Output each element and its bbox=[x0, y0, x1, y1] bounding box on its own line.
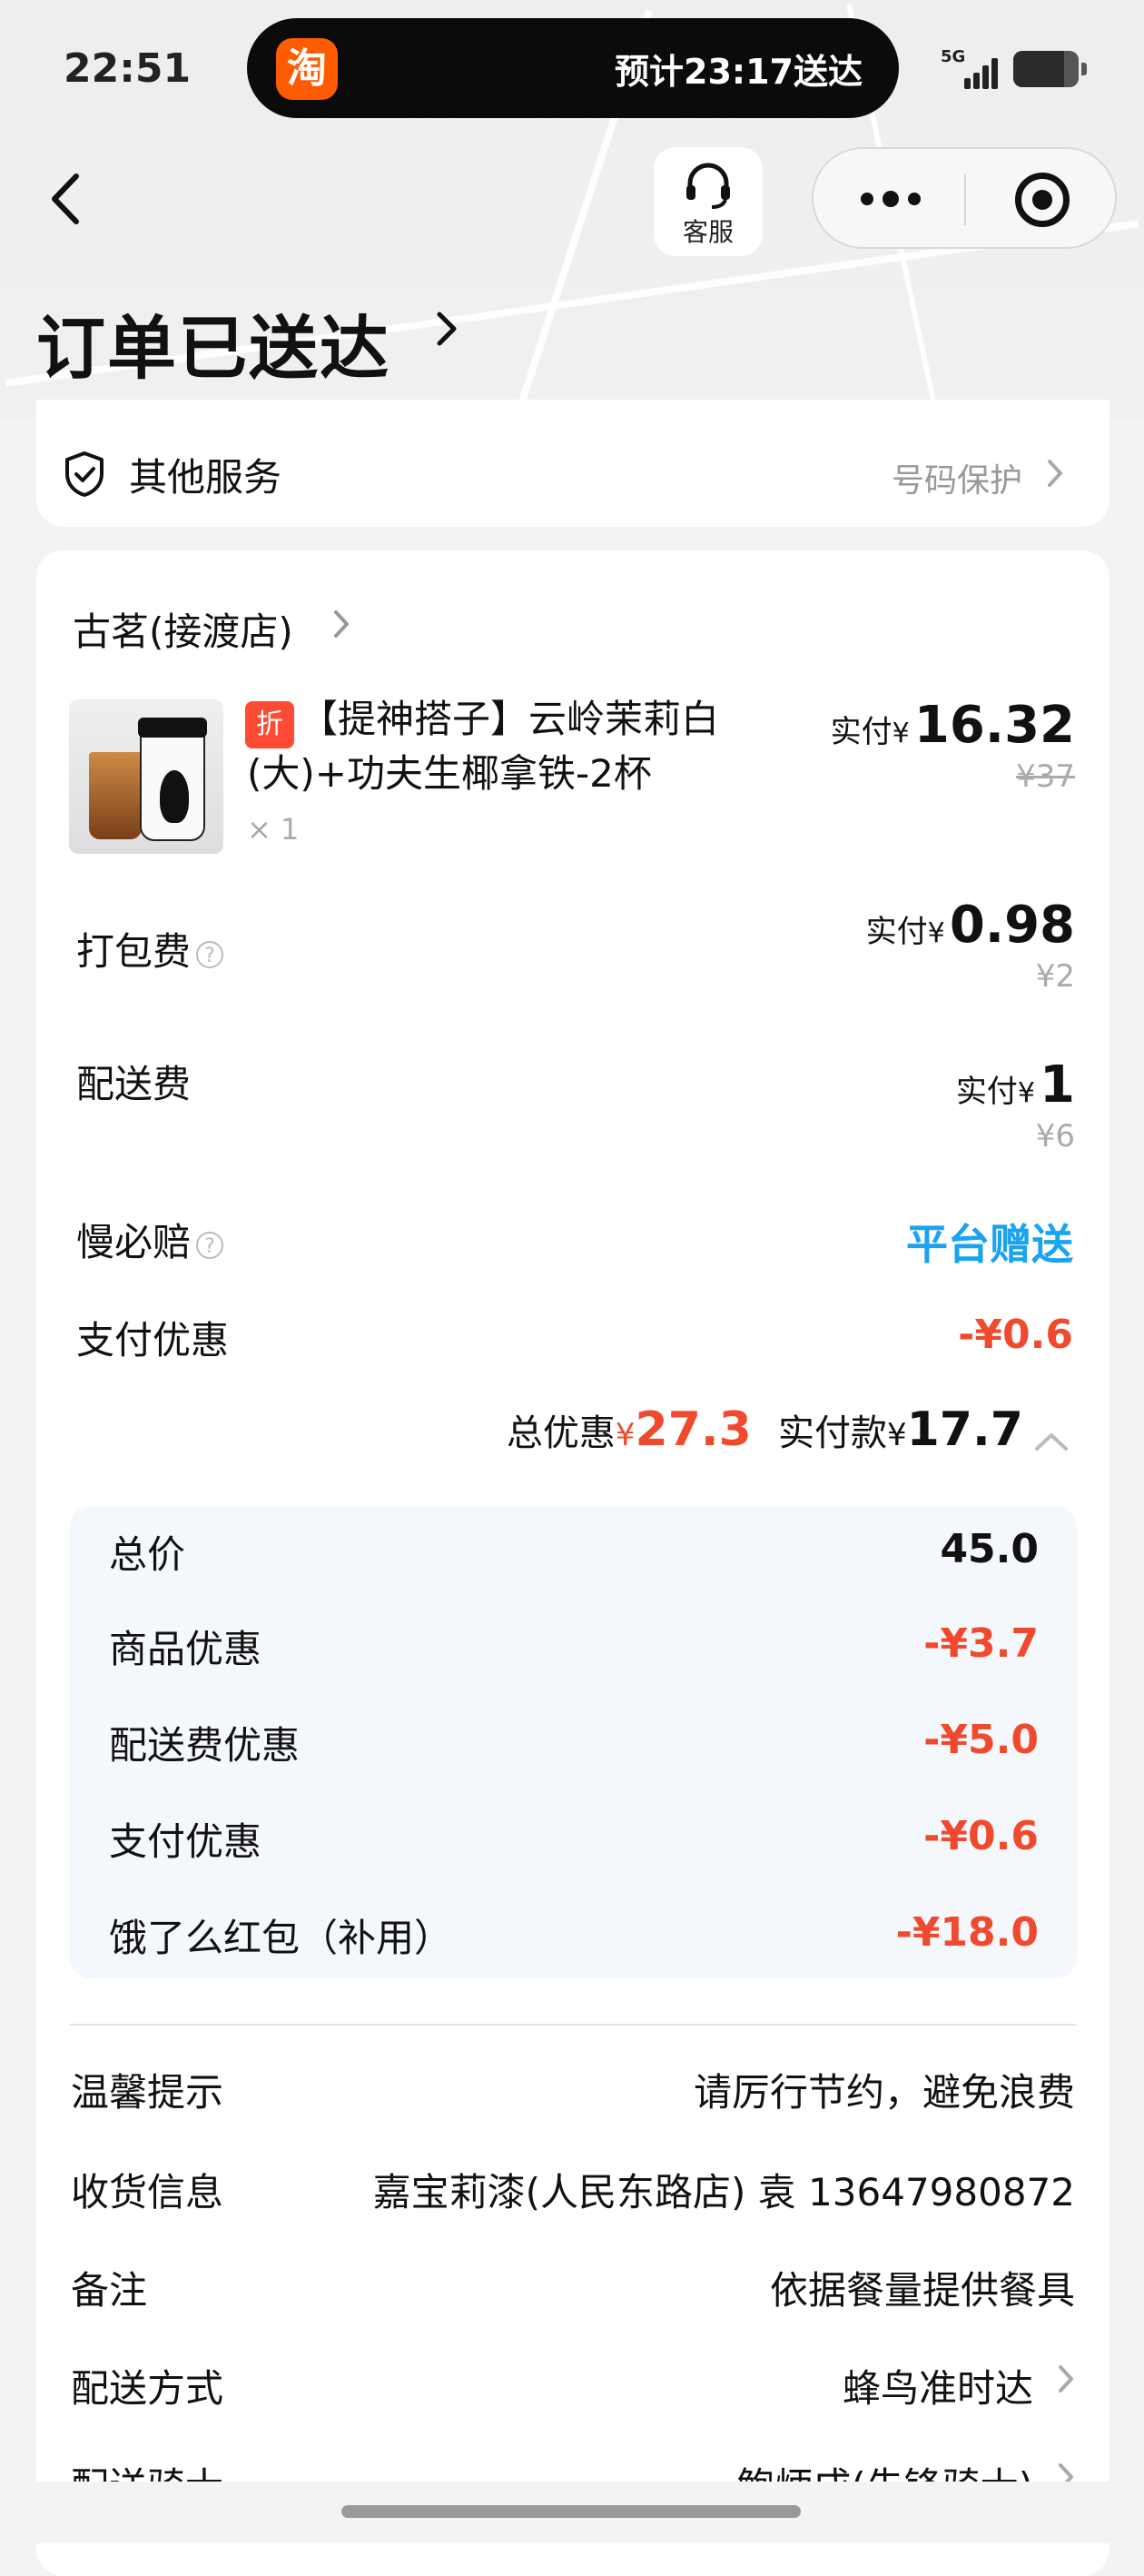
more-icon[interactable] bbox=[861, 187, 933, 209]
original-price: ¥37 bbox=[1016, 758, 1075, 795]
paid-total-label: 实付款 bbox=[777, 1412, 887, 1454]
payment-discount-label: 支付优惠 bbox=[76, 1318, 230, 1362]
breakdown-value: -¥5.0 bbox=[923, 1717, 1039, 1763]
discount-tag: 折 bbox=[245, 701, 294, 748]
yen-symbol: ¥ bbox=[927, 917, 945, 949]
packing-fee-price: 实付¥ 0.98 ¥2 bbox=[866, 896, 1075, 995]
paid-label: 实付 bbox=[865, 914, 928, 950]
chevron-right-icon bbox=[1048, 460, 1062, 487]
price-breakdown: 总价 45.0 商品优惠 -¥3.7 配送费优惠 -¥5.0 支付优惠 -¥0.… bbox=[69, 1506, 1077, 1978]
customer-service-button[interactable]: 客服 bbox=[654, 147, 763, 256]
info-label: 收货信息 bbox=[71, 2170, 224, 2214]
info-value: 请厉行节约，避免浪费 bbox=[693, 2070, 1075, 2115]
delivery-address: 嘉宝莉漆(人民东路店) 袁 13647980872 bbox=[372, 2170, 1075, 2214]
other-services-row[interactable]: 其他服务 号码保护 bbox=[36, 400, 1109, 527]
paid-label: 实付 bbox=[830, 714, 893, 750]
paid-total-amount: 17.7 bbox=[906, 1402, 1023, 1457]
breakdown-value: -¥0.6 bbox=[923, 1813, 1039, 1859]
page-title[interactable]: 订单已送达 bbox=[36, 292, 390, 392]
breakdown-value: 45.0 bbox=[940, 1526, 1039, 1572]
number-protection-link[interactable]: 号码保护 bbox=[892, 454, 1022, 501]
breakdown-value: -¥3.7 bbox=[923, 1620, 1039, 1667]
back-icon[interactable] bbox=[47, 171, 84, 227]
total-discount-amount: 27.3 bbox=[635, 1402, 752, 1457]
delivery-method-link[interactable]: 蜂鸟准时达 bbox=[843, 2358, 1033, 2413]
customer-service-label: 客服 bbox=[682, 217, 734, 247]
product-price: 实付¥ 16.32 ¥37 bbox=[831, 696, 1075, 795]
product-name[interactable]: 【提神搭子】云岭茉莉白(大)+功夫生椰拿铁-2杯 bbox=[247, 692, 828, 801]
packing-fee-amount: 0.98 bbox=[949, 896, 1075, 955]
chevron-right-icon[interactable] bbox=[332, 609, 350, 639]
signal-icon bbox=[964, 53, 1004, 89]
paid-label: 实付 bbox=[955, 1074, 1018, 1110]
chevron-up-icon[interactable] bbox=[1033, 1431, 1070, 1452]
network-type: 5G bbox=[941, 47, 966, 66]
yen-symbol: ¥ bbox=[892, 718, 910, 749]
delivery-fee-price: 实付¥ 1 ¥6 bbox=[956, 1055, 1075, 1154]
yen-symbol: ¥ bbox=[615, 1417, 636, 1453]
chevron-right-icon[interactable] bbox=[1057, 2363, 1075, 2394]
yen-symbol: ¥ bbox=[1017, 1077, 1035, 1109]
eta-text: 预计23:17送达 bbox=[615, 52, 863, 92]
headset-icon bbox=[686, 163, 730, 209]
platform-gift-text: 平台赠送 bbox=[906, 1220, 1073, 1269]
chevron-right-icon[interactable] bbox=[434, 309, 459, 349]
packing-fee-row: 打包费? bbox=[76, 921, 224, 976]
breakdown-label: 支付优惠 bbox=[109, 1819, 262, 1864]
other-services-label: 其他服务 bbox=[129, 455, 282, 500]
battery-icon bbox=[1013, 51, 1087, 87]
status-time: 22:51 bbox=[64, 45, 192, 92]
total-discount-label: 总优惠 bbox=[506, 1412, 616, 1454]
delivery-fee-label: 配送费 bbox=[76, 1062, 192, 1106]
product-image[interactable] bbox=[69, 699, 223, 854]
yen-symbol: ¥ bbox=[886, 1417, 907, 1453]
delivery-fee-amount: 1 bbox=[1040, 1055, 1075, 1115]
info-label: 配送方式 bbox=[71, 2366, 224, 2411]
info-label: 备注 bbox=[71, 2268, 148, 2313]
breakdown-label: 饿了么红包（补用） bbox=[109, 1916, 453, 1960]
store-name[interactable]: 古茗(接渡店) bbox=[73, 601, 293, 657]
breakdown-label: 配送费优惠 bbox=[109, 1723, 301, 1768]
product-quantity: × 1 bbox=[247, 812, 300, 847]
capsule-divider bbox=[964, 174, 966, 225]
slow-compensation-label: 慢必赔 bbox=[76, 1220, 192, 1264]
delivery-fee-original: ¥6 bbox=[1035, 1118, 1075, 1154]
slow-compensation-row: 慢必赔? bbox=[76, 1212, 224, 1267]
breakdown-label: 总价 bbox=[109, 1532, 186, 1577]
breakdown-value: -¥18.0 bbox=[895, 1909, 1039, 1956]
payment-discount-value: -¥0.6 bbox=[958, 1312, 1073, 1358]
order-detail-card: 古茗(接渡店) 【提神搭子】云岭茉莉白(大)+功夫生椰拿铁-2杯 折 × 1 实… bbox=[36, 550, 1109, 2576]
section-divider bbox=[69, 2024, 1077, 2026]
taobao-app-icon: 淘 bbox=[276, 38, 338, 100]
shield-check-icon bbox=[65, 451, 104, 497]
packing-fee-label: 打包费 bbox=[76, 929, 192, 974]
dynamic-island[interactable]: 淘 预计23:17送达 bbox=[247, 18, 899, 118]
packing-fee-original: ¥2 bbox=[1035, 958, 1075, 995]
order-summary[interactable]: 总优惠¥27.3 实付款¥17.7 bbox=[507, 1402, 1070, 1457]
paid-amount: 16.32 bbox=[913, 696, 1075, 755]
question-icon[interactable]: ? bbox=[196, 1231, 224, 1259]
info-label: 温馨提示 bbox=[71, 2070, 224, 2115]
info-value: 依据餐量提供餐具 bbox=[769, 2268, 1075, 2313]
home-indicator[interactable] bbox=[341, 2505, 801, 2518]
question-icon[interactable]: ? bbox=[196, 940, 224, 968]
mini-program-capsule[interactable] bbox=[812, 147, 1117, 249]
target-icon[interactable] bbox=[1015, 173, 1070, 227]
breakdown-label: 商品优惠 bbox=[109, 1627, 262, 1671]
